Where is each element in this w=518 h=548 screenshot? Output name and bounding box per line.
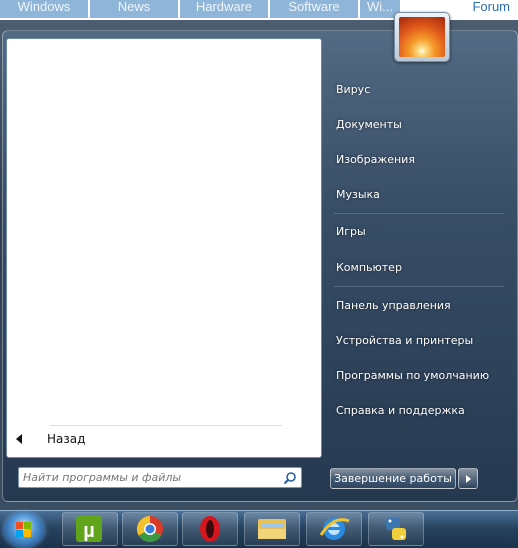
menu-item-virus[interactable]: Вирус xyxy=(336,81,370,99)
shutdown-button[interactable]: Завершение работы xyxy=(330,468,456,489)
menu-separator xyxy=(334,286,504,287)
taskbar-chrome[interactable] xyxy=(122,512,178,546)
nav-tab-software[interactable]: Software xyxy=(270,0,358,18)
back-label: Назад xyxy=(47,432,86,446)
menu-item-help-support[interactable]: Справка и поддержка xyxy=(336,402,465,420)
programs-separator xyxy=(50,425,282,426)
taskbar-opera[interactable] xyxy=(182,512,238,546)
back-arrow-icon xyxy=(16,434,22,444)
chrome-icon xyxy=(136,515,163,543)
chevron-right-icon xyxy=(466,475,471,483)
taskbar-explorer[interactable] xyxy=(244,512,300,546)
shutdown-options-button[interactable] xyxy=(458,468,478,489)
start-button[interactable] xyxy=(4,513,44,547)
nav-tab-news[interactable]: News xyxy=(90,0,178,18)
internet-explorer-icon xyxy=(319,518,350,540)
search-box[interactable] xyxy=(18,467,302,488)
menu-item-games[interactable]: Игры xyxy=(336,223,366,241)
search-input[interactable] xyxy=(23,469,273,486)
menu-item-pictures[interactable]: Изображения xyxy=(336,151,415,169)
menu-item-documents[interactable]: Документы xyxy=(336,116,402,134)
taskbar-ie[interactable] xyxy=(306,512,362,546)
opera-icon xyxy=(200,516,220,542)
menu-separator xyxy=(334,213,504,214)
nav-tab-hardware[interactable]: Hardware xyxy=(180,0,268,18)
menu-item-music[interactable]: Музыка xyxy=(336,186,380,204)
menu-item-computer[interactable]: Компьютер xyxy=(336,259,402,277)
utorrent-icon: µ xyxy=(76,516,102,542)
windows-logo-icon xyxy=(16,522,31,537)
programs-pane xyxy=(6,38,322,458)
svg-text:µ: µ xyxy=(83,520,95,542)
search-icon[interactable] xyxy=(283,471,297,485)
taskbar-python[interactable] xyxy=(368,512,424,546)
menu-item-default-programs[interactable]: Программы по умолчанию xyxy=(336,367,489,385)
nav-tab-windows[interactable]: Windows xyxy=(0,0,88,18)
folder-icon xyxy=(258,519,286,539)
flower-picture-icon xyxy=(399,17,445,57)
menu-item-devices-printers[interactable]: Устройства и принтеры xyxy=(336,332,473,350)
python-icon xyxy=(386,518,406,540)
menu-item-control-panel[interactable]: Панель управления xyxy=(336,297,451,315)
back-button[interactable]: Назад xyxy=(14,432,164,448)
nav-link-forum[interactable]: Forum xyxy=(472,0,510,14)
taskbar-utorrent[interactable]: µ xyxy=(62,512,118,546)
user-picture[interactable] xyxy=(394,12,450,62)
